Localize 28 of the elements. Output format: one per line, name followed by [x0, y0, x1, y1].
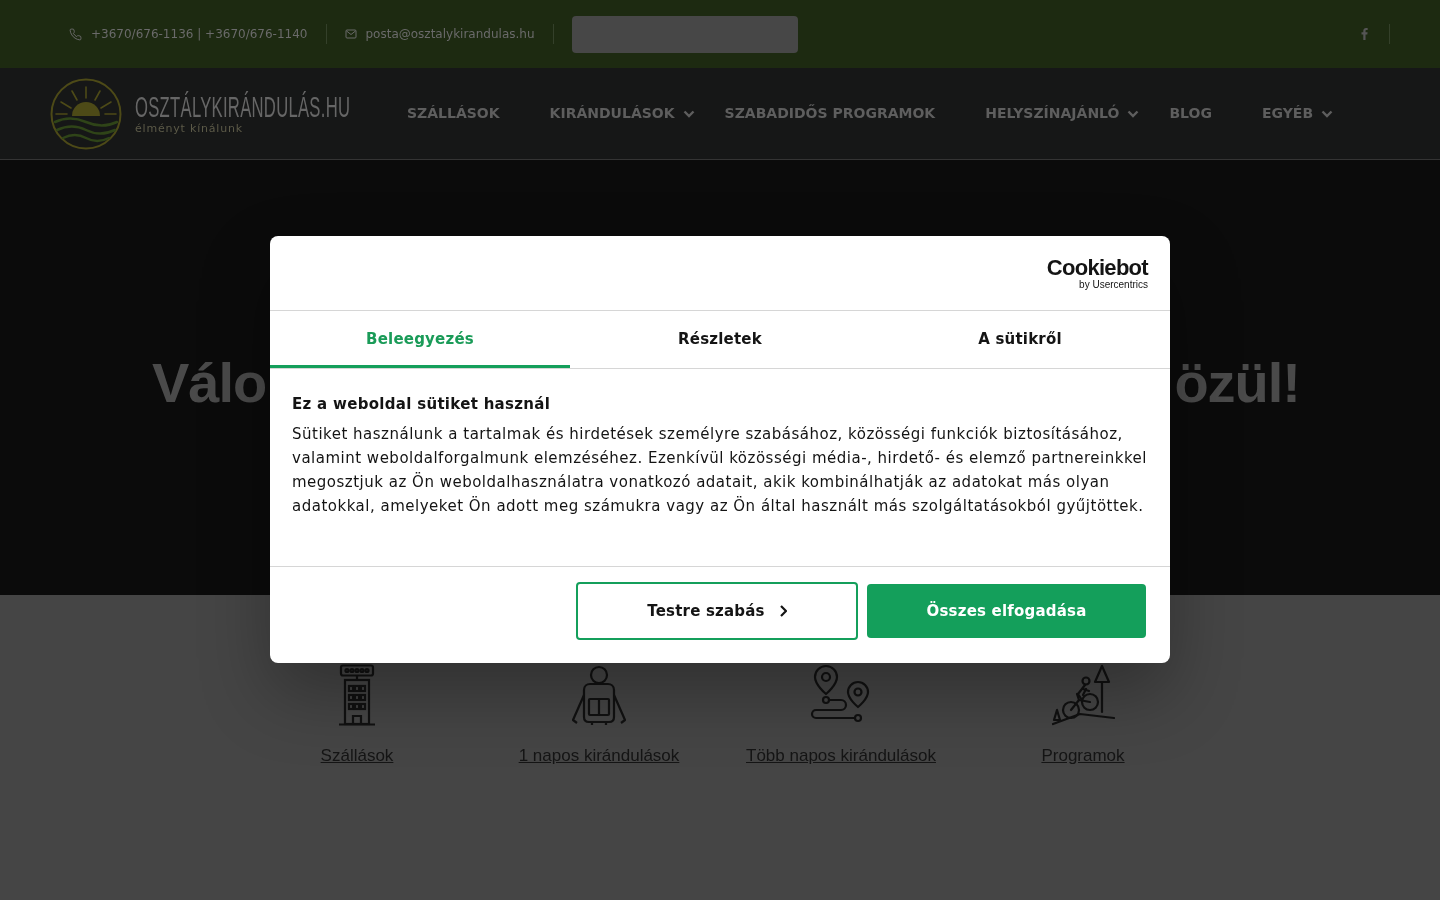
phone-link[interactable]: +3670/676-1136 | +3670/676-1140: [91, 25, 308, 43]
mail-icon: [344, 28, 357, 40]
phone-icon: [69, 27, 82, 41]
customize-button[interactable]: Testre szabás: [576, 582, 858, 640]
nav-link[interactable]: HELYSZÍNAJÁNLÓ: [985, 103, 1140, 124]
brand-logo-text: Cookiebot: [1046, 256, 1148, 279]
hero-heading-fragment: özül!: [1174, 355, 1300, 411]
tab[interactable]: A sütikről: [870, 311, 1170, 368]
mountain-biker-icon: [1050, 664, 1116, 726]
dialog-title: Ez a weboldal sütiket használ: [292, 394, 552, 414]
tab[interactable]: Beleegyezés: [270, 311, 570, 368]
accept-all-button[interactable]: Összes elfogadása: [867, 584, 1146, 638]
hero-heading-fragment: Válo: [152, 355, 267, 411]
search-field[interactable]: [571, 15, 798, 53]
nav-link[interactable]: SZÁLLÁSOK: [407, 103, 500, 124]
sun-over-waves-logo-icon[interactable]: [50, 77, 122, 150]
nav-link[interactable]: SZABADIDŐS PROGRAMOK: [724, 103, 936, 124]
brand-byline: by Usercentrics: [1079, 278, 1148, 290]
consent-text: Sütiket használunk a tartalmak és hirdetések személyre szabásához, közösségi funkciók biztosításához, valamint weboldalforgalmunk elemzéséhez. Ezenkívül közösségi média-, hirdető- és elemző partnereinkkel megosztjuk az Ön weboldalhasználatra vonatkozó adatait, akik kombinálhatják az adatokat más olyan adatokkal, amelyeket Ön adott meg számukra vagy az Ön által használt más szolgáltatásokból gyűjtöttek.: [292, 424, 1148, 517]
chevron-right-icon: [779, 605, 787, 617]
site-tagline: élményt kínálunk: [135, 121, 243, 136]
nav-link[interactable]: KIRÁNDULÁSOK: [549, 103, 695, 124]
facebook-icon[interactable]: [1361, 28, 1368, 40]
site-logo-title[interactable]: OSZTÁLYKIRÁNDULÁS.HU: [135, 91, 351, 122]
tab[interactable]: Részletek: [570, 311, 870, 368]
email-link[interactable]: posta@osztalykirandulas.hu: [365, 25, 535, 43]
nav-link[interactable]: BLOG: [1169, 103, 1212, 124]
nav-link[interactable]: EGYÉB: [1261, 103, 1334, 124]
